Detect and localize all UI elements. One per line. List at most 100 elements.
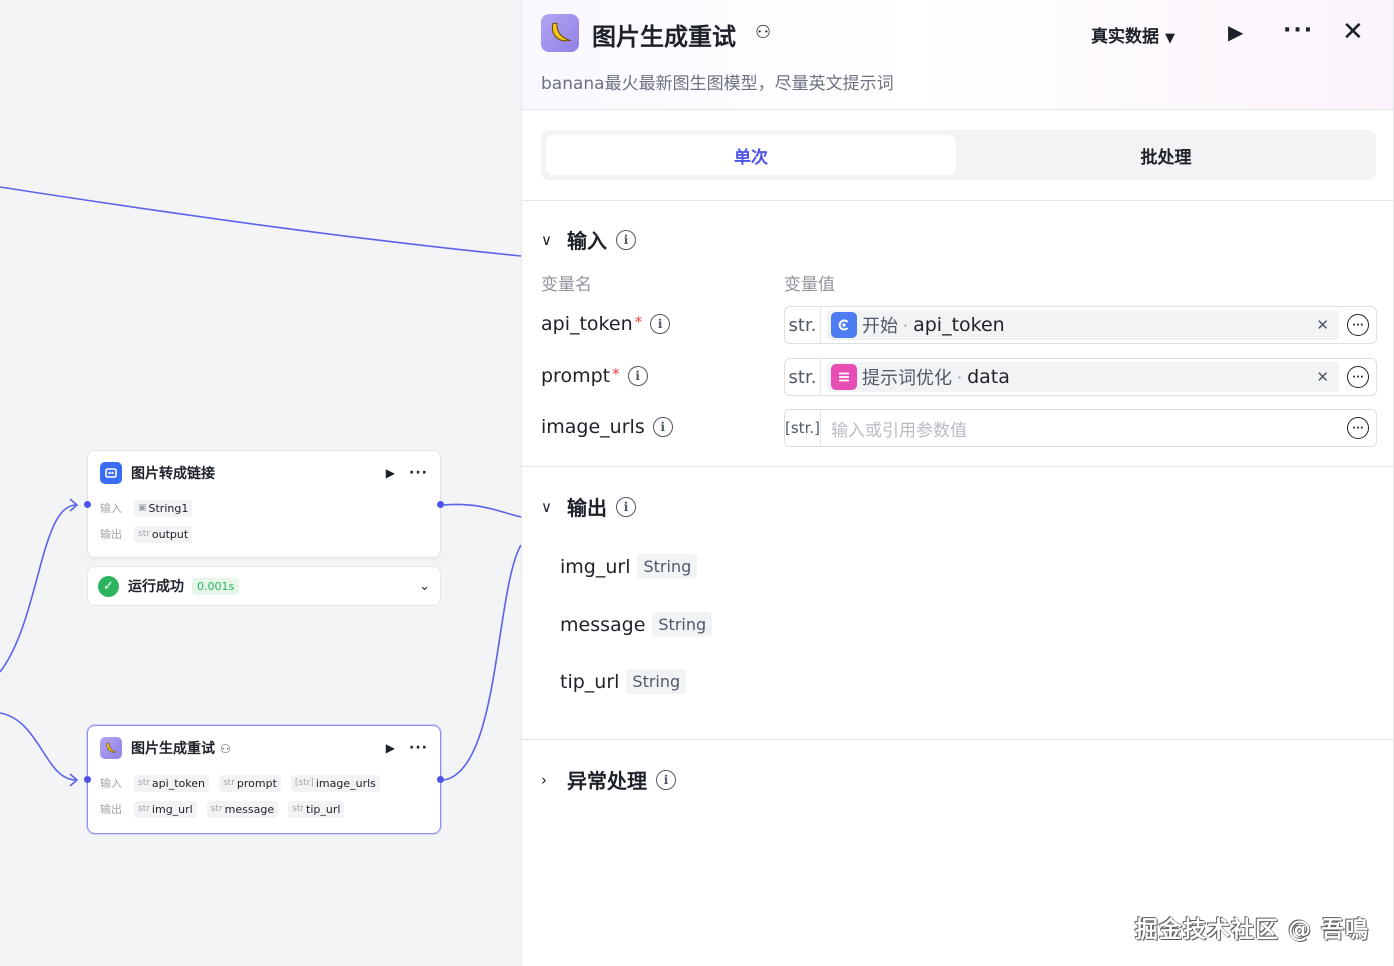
banana-icon: [541, 14, 579, 52]
input-section-header[interactable]: ∨ 输入 i: [541, 225, 636, 254]
node-inputs: 输入 str api_token str prompt [str] image_url…: [88, 770, 440, 796]
input-chip: str prompt: [218, 774, 281, 792]
workflow-canvas[interactable]: 图片转成链接 ▶ ··· 输入 ▣ String1 输出 str output ✓ …: [0, 0, 521, 966]
output-label: 输出: [100, 528, 122, 541]
node-image-retry[interactable]: 图片生成重试 ⚇ ▶ ··· 输入 str api_token str prompt …: [87, 725, 441, 834]
node-title: 图片转成链接: [131, 466, 215, 482]
input-label: 输入: [100, 502, 122, 515]
edge-into-image-retry: [0, 712, 77, 781]
run-status-card[interactable]: ✓ 运行成功 0.001s ⌄: [87, 566, 441, 606]
output-port[interactable]: [437, 776, 444, 783]
node-title: 图片生成重试 ⚇: [131, 741, 231, 757]
close-icon[interactable]: ✕: [1342, 17, 1364, 47]
output-chip: str output: [134, 525, 193, 543]
info-icon[interactable]: i: [656, 769, 676, 790]
type-badge: str.: [785, 307, 821, 343]
output-row: tip_url String: [560, 669, 687, 694]
column-header-name: 变量名: [541, 275, 592, 295]
required-mark: *: [612, 365, 620, 383]
test-flag-icon[interactable]: ⚇: [755, 22, 771, 43]
info-icon[interactable]: i: [650, 314, 671, 334]
info-icon[interactable]: i: [652, 417, 673, 437]
node-image-to-link[interactable]: 图片转成链接 ▶ ··· 输入 ▣ String1 输出 str output: [87, 450, 441, 558]
banana-icon: [100, 737, 122, 759]
image-urls-field[interactable]: [str.] 输入或引用参数值 ···: [784, 409, 1377, 447]
test-flag-icon: ⚇: [220, 742, 231, 756]
data-mode-select[interactable]: 真实数据 ▼: [1091, 22, 1175, 47]
info-icon[interactable]: i: [616, 496, 636, 517]
required-mark: *: [634, 313, 643, 331]
edge-into-image-to-link: [0, 504, 77, 673]
info-icon[interactable]: i: [627, 366, 648, 386]
variable-name: prompt * i: [541, 365, 648, 387]
plugin-icon: [100, 462, 122, 484]
status-text: 运行成功: [128, 579, 184, 595]
clear-icon[interactable]: ✕: [1316, 368, 1329, 386]
output-row: img_url String: [560, 554, 698, 579]
prompt-node-icon: [831, 364, 857, 390]
run-node-button[interactable]: ▶: [386, 741, 395, 755]
start-node-icon: [831, 312, 857, 338]
api-token-field[interactable]: str. 开始 · api_token ✕ ···: [784, 306, 1377, 344]
edge-out-image-retry: [443, 544, 521, 781]
info-icon[interactable]: i: [616, 229, 636, 250]
chevron-right-icon: ›: [541, 770, 547, 789]
reference-chip[interactable]: 开始 · api_token ✕: [827, 310, 1339, 340]
column-header-value: 变量值: [784, 275, 835, 295]
clear-icon[interactable]: ✕: [1316, 316, 1329, 334]
edge-to-panel-top: [0, 186, 521, 257]
field-placeholder[interactable]: 输入或引用参数值: [831, 416, 1339, 441]
more-options-button[interactable]: ···: [1283, 18, 1314, 43]
tab-single[interactable]: 单次: [546, 135, 956, 175]
variable-name: image_urls i: [541, 416, 673, 438]
watermark: 掘金技术社区 @ 吾鳴: [1135, 917, 1370, 943]
variable-picker-icon[interactable]: ···: [1347, 417, 1369, 439]
output-section-header[interactable]: ∨ 输出 i: [541, 492, 636, 521]
more-options-button[interactable]: ···: [409, 740, 428, 756]
status-duration-badge: 0.001s: [192, 577, 240, 595]
image-type-icon: ▣: [138, 503, 147, 513]
exception-section-header[interactable]: › 异常处理 i: [541, 765, 676, 794]
output-chip: str tip_url: [288, 800, 345, 818]
input-chip: str api_token: [134, 774, 209, 792]
panel-title: 图片生成重试: [592, 23, 736, 51]
edge-out-image-to-link: [443, 503, 521, 518]
input-chip: [str] image_urls: [290, 774, 380, 792]
prompt-field[interactable]: str. 提示词优化 · data ✕ ···: [784, 358, 1377, 396]
check-circle-icon: ✓: [98, 575, 119, 597]
chevron-down-icon[interactable]: ⌄: [419, 579, 430, 594]
variable-picker-icon[interactable]: ···: [1347, 314, 1369, 336]
reference-chip[interactable]: 提示词优化 · data ✕: [827, 362, 1339, 392]
divider: [522, 739, 1393, 740]
type-badge: [str.]: [785, 410, 821, 446]
output-port[interactable]: [437, 501, 444, 508]
chevron-down-icon: ∨: [541, 497, 552, 516]
type-badge: str.: [785, 359, 821, 395]
input-port[interactable]: [84, 501, 91, 508]
type-badge: String: [626, 669, 687, 694]
node-outputs: 输出 str output: [88, 521, 440, 547]
output-row: message String: [560, 612, 713, 637]
panel-header: 图片生成重试 ⚇ banana最火最新图生图模型，尽量英文提示词 真实数据 ▼ ▶…: [522, 0, 1393, 110]
variable-picker-icon[interactable]: ···: [1347, 366, 1369, 388]
output-chip: str img_url: [134, 800, 197, 818]
divider: [522, 466, 1393, 467]
type-badge: String: [637, 554, 698, 579]
run-button[interactable]: ▶: [1228, 20, 1243, 44]
variable-name: api_token * i: [541, 313, 671, 335]
run-node-button[interactable]: ▶: [386, 466, 395, 480]
node-test-panel: 图片生成重试 ⚇ banana最火最新图生图模型，尽量英文提示词 真实数据 ▼ ▶…: [521, 0, 1393, 966]
panel-description: banana最火最新图生图模型，尽量英文提示词: [541, 74, 894, 94]
more-options-button[interactable]: ···: [409, 465, 428, 481]
input-chip: ▣ String1: [134, 499, 193, 517]
node-outputs: 输出 str img_url str message str tip_url: [88, 796, 440, 822]
input-port[interactable]: [84, 776, 91, 783]
node-inputs: 输入 ▣ String1: [88, 495, 440, 521]
chevron-down-icon: ∨: [541, 230, 552, 249]
tab-batch[interactable]: 批处理: [961, 135, 1371, 175]
output-label: 输出: [100, 803, 122, 816]
caret-down-icon: ▼: [1165, 31, 1175, 46]
divider: [522, 200, 1393, 201]
type-badge: String: [652, 612, 713, 637]
run-mode-tabs: 单次 批处理: [541, 130, 1376, 180]
